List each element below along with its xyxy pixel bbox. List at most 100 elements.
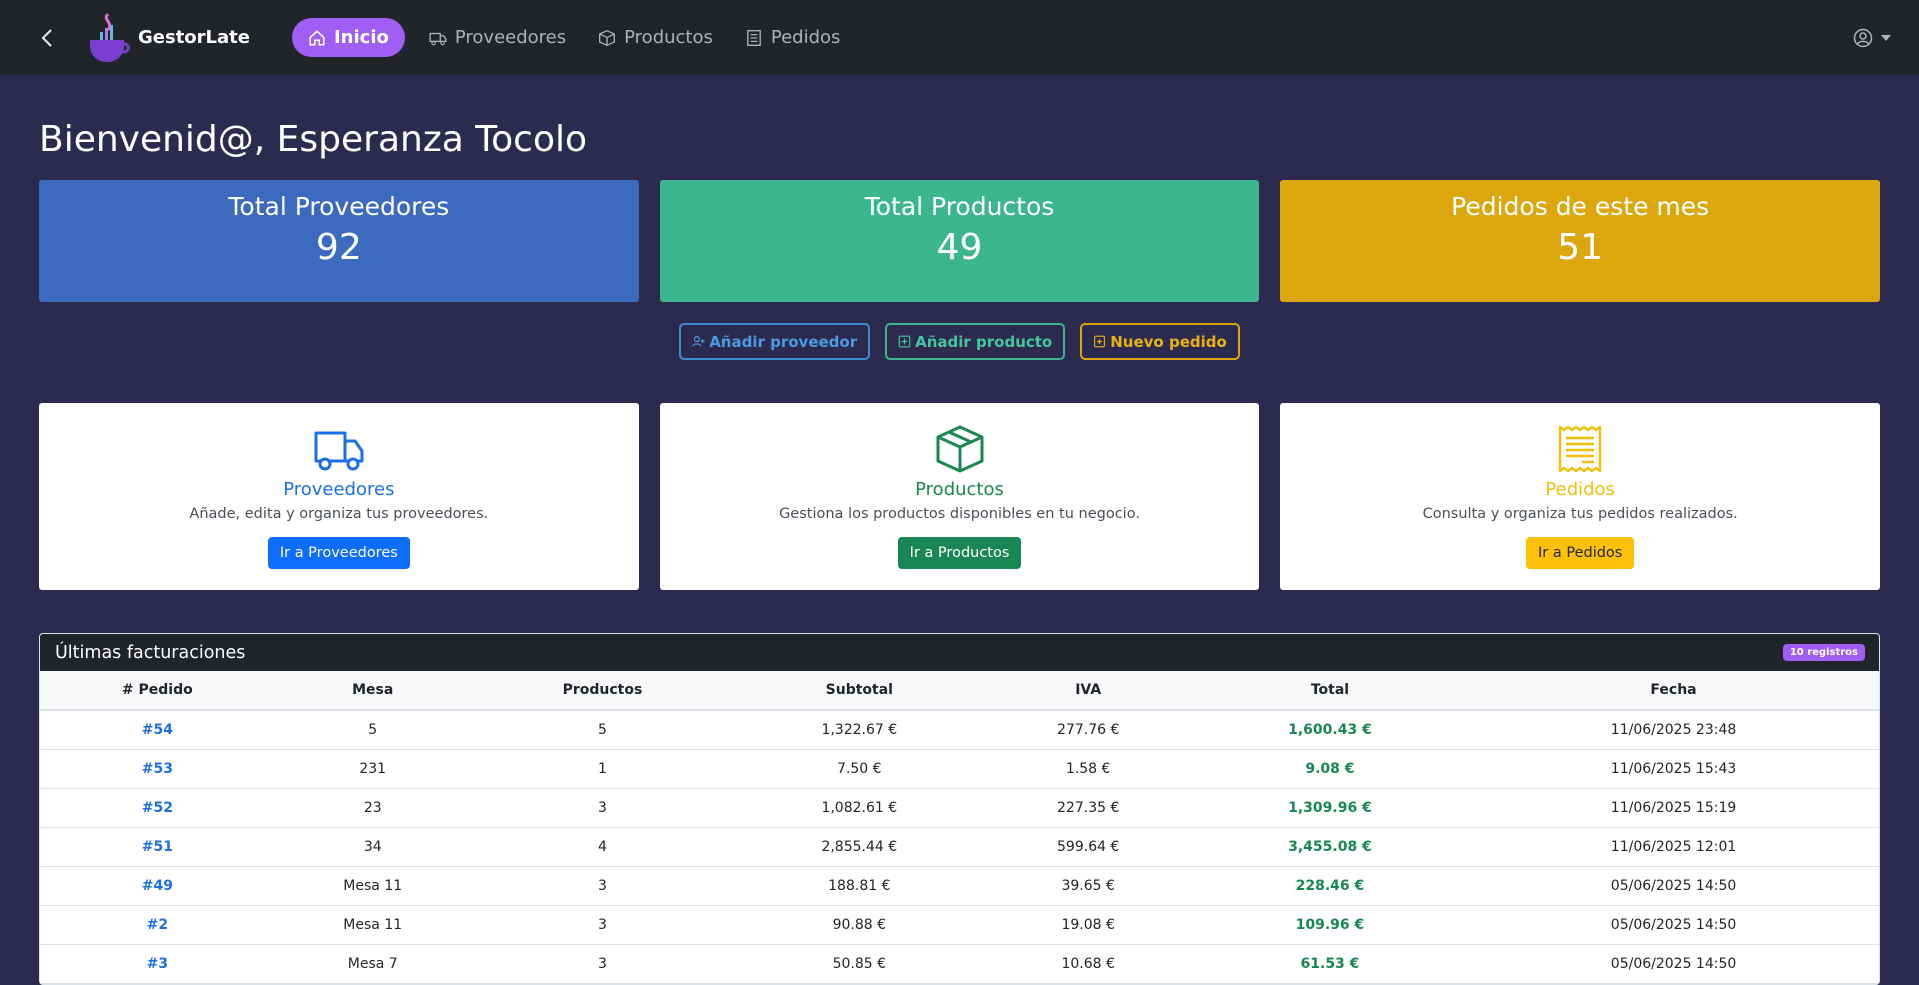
table-row: #3 Mesa 7 3 50.85 € 10.68 € 61.53 € 05/0… bbox=[40, 944, 1879, 984]
table-row: #51 34 4 2,855.44 € 599.64 € 3,455.08 € … bbox=[40, 827, 1879, 867]
brand[interactable]: GestorLate bbox=[88, 12, 250, 64]
back-button[interactable] bbox=[40, 28, 70, 48]
quick-actions: Añadir proveedor Añadir producto Nuevo p… bbox=[39, 323, 1880, 360]
nav-item-proveedores[interactable]: Proveedores bbox=[415, 19, 580, 56]
cell-iva: 599.64 € bbox=[984, 827, 1192, 867]
user-menu-toggle[interactable] bbox=[1853, 28, 1891, 48]
add-supplier-label: Añadir proveedor bbox=[709, 332, 858, 351]
coffee-cup-logo-icon bbox=[90, 12, 130, 62]
cell-total: 61.53 € bbox=[1191, 944, 1469, 984]
stat-value: 49 bbox=[936, 227, 983, 268]
plus-square-icon bbox=[898, 335, 911, 348]
cell-mesa: 23 bbox=[274, 788, 471, 828]
stats-row: Total Proveedores 92 Total Productos 49 … bbox=[39, 180, 1881, 302]
cell-total: 228.46 € bbox=[1191, 866, 1469, 906]
add-supplier-button[interactable]: Añadir proveedor bbox=[679, 323, 871, 360]
new-order-label: Nuevo pedido bbox=[1110, 332, 1227, 351]
cell-productos: 3 bbox=[470, 788, 735, 828]
cell-total: 1,600.43 € bbox=[1191, 710, 1469, 750]
person-plus-icon bbox=[692, 336, 705, 347]
cell-productos: 3 bbox=[470, 866, 735, 906]
card-productos: Productos Gestiona los productos disponi… bbox=[659, 403, 1260, 590]
invoices-title: Últimas facturaciones bbox=[55, 642, 246, 663]
table-header-row: # Pedido Mesa Productos Subtotal IVA Tot… bbox=[40, 671, 1879, 711]
column-header: Subtotal bbox=[734, 671, 985, 711]
nav-item-productos[interactable]: Productos bbox=[584, 19, 727, 56]
invoices-table: # Pedido Mesa Productos Subtotal IVA Tot… bbox=[40, 671, 1879, 984]
nav-item-label: Proveedores bbox=[454, 27, 567, 48]
receipt-icon bbox=[747, 29, 761, 46]
cell-mesa: Mesa 11 bbox=[274, 866, 471, 906]
cell-productos: 1 bbox=[470, 749, 735, 789]
column-header: Mesa bbox=[274, 671, 471, 711]
cell-subtotal: 90.88 € bbox=[734, 905, 985, 945]
top-navbar: GestorLate Inicio Proveedores Productos … bbox=[0, 0, 1919, 75]
invoices-header: Últimas facturaciones 10 registros bbox=[40, 634, 1879, 671]
cell-fecha: 05/06/2025 14:50 bbox=[1468, 866, 1879, 906]
home-icon bbox=[309, 29, 325, 46]
go-to-proveedores-button[interactable]: Ir a Proveedores bbox=[267, 537, 410, 569]
order-id-link[interactable]: #49 bbox=[40, 866, 275, 906]
table-row: #2 Mesa 11 3 90.88 € 19.08 € 109.96 € 05… bbox=[40, 905, 1879, 945]
card-pedidos: Pedidos Consulta y organiza tus pedidos … bbox=[1280, 403, 1881, 590]
stat-card-proveedores: Total Proveedores 92 bbox=[39, 180, 639, 302]
cell-iva: 227.35 € bbox=[984, 788, 1192, 828]
caret-down-icon bbox=[1881, 34, 1891, 41]
file-plus-icon bbox=[1094, 335, 1106, 348]
cell-total: 3,455.08 € bbox=[1191, 827, 1469, 867]
stat-label: Total Proveedores bbox=[228, 192, 450, 221]
main-content: Bienvenid@, Esperanza Tocolo Total Prove… bbox=[0, 119, 1919, 985]
order-id-link[interactable]: #51 bbox=[40, 827, 275, 867]
cell-fecha: 11/06/2025 12:01 bbox=[1468, 827, 1879, 867]
nav-item-pedidos[interactable]: Pedidos bbox=[731, 19, 855, 56]
order-id-link[interactable]: #54 bbox=[40, 710, 275, 750]
cell-mesa: 231 bbox=[274, 749, 471, 789]
cell-productos: 3 bbox=[470, 905, 735, 945]
cell-total: 1,309.96 € bbox=[1191, 788, 1469, 828]
card-description: Añade, edita y organiza tus proveedores. bbox=[189, 506, 489, 522]
card-proveedores: Proveedores Añade, edita y organiza tus … bbox=[39, 403, 639, 590]
box-icon bbox=[599, 29, 616, 46]
cell-subtotal: 1,082.61 € bbox=[734, 788, 985, 828]
stat-label: Pedidos de este mes bbox=[1451, 192, 1710, 221]
order-id-link[interactable]: #2 bbox=[40, 905, 275, 945]
cell-iva: 277.76 € bbox=[984, 710, 1192, 750]
cell-subtotal: 1,322.67 € bbox=[734, 710, 985, 750]
card-title: Proveedores bbox=[283, 479, 395, 500]
column-header: Total bbox=[1191, 671, 1469, 711]
column-header: Productos bbox=[470, 671, 735, 711]
cell-productos: 5 bbox=[470, 710, 735, 750]
stat-value: 92 bbox=[315, 227, 362, 268]
cell-productos: 4 bbox=[470, 827, 735, 867]
cell-mesa: Mesa 7 bbox=[274, 944, 471, 984]
order-id-link[interactable]: #53 bbox=[40, 749, 275, 789]
add-product-label: Añadir producto bbox=[915, 332, 1053, 351]
order-id-link[interactable]: #3 bbox=[40, 944, 275, 984]
cell-fecha: 05/06/2025 14:50 bbox=[1468, 905, 1879, 945]
stat-card-productos: Total Productos 49 bbox=[659, 180, 1260, 302]
cell-total: 9.08 € bbox=[1191, 749, 1469, 789]
box-icon bbox=[936, 425, 983, 473]
brand-name: GestorLate bbox=[138, 27, 250, 48]
receipt-icon bbox=[1558, 425, 1602, 473]
cell-subtotal: 7.50 € bbox=[734, 749, 985, 789]
order-id-link[interactable]: #52 bbox=[40, 788, 275, 828]
go-to-productos-button[interactable]: Ir a Productos bbox=[897, 537, 1022, 569]
cell-productos: 3 bbox=[470, 944, 735, 984]
table-row: #53 231 1 7.50 € 1.58 € 9.08 € 11/06/202… bbox=[40, 749, 1879, 789]
column-header: # Pedido bbox=[40, 671, 275, 711]
add-product-button[interactable]: Añadir producto bbox=[885, 323, 1066, 360]
nav-item-label: Inicio bbox=[333, 27, 389, 48]
card-title: Pedidos bbox=[1545, 479, 1615, 500]
card-description: Consulta y organiza tus pedidos realizad… bbox=[1422, 506, 1738, 522]
cell-total: 109.96 € bbox=[1191, 905, 1469, 945]
truck-icon bbox=[429, 32, 447, 45]
table-row: #49 Mesa 11 3 188.81 € 39.65 € 228.46 € … bbox=[40, 866, 1879, 906]
section-cards: Proveedores Añade, edita y organiza tus … bbox=[39, 403, 1881, 590]
stat-card-pedidos: Pedidos de este mes 51 bbox=[1280, 180, 1881, 302]
new-order-button[interactable]: Nuevo pedido bbox=[1080, 323, 1240, 360]
nav-item-label: Productos bbox=[624, 27, 713, 48]
go-to-pedidos-button[interactable]: Ir a Pedidos bbox=[1526, 537, 1635, 569]
nav-item-inicio[interactable]: Inicio bbox=[291, 18, 405, 57]
truck-icon bbox=[314, 431, 364, 471]
